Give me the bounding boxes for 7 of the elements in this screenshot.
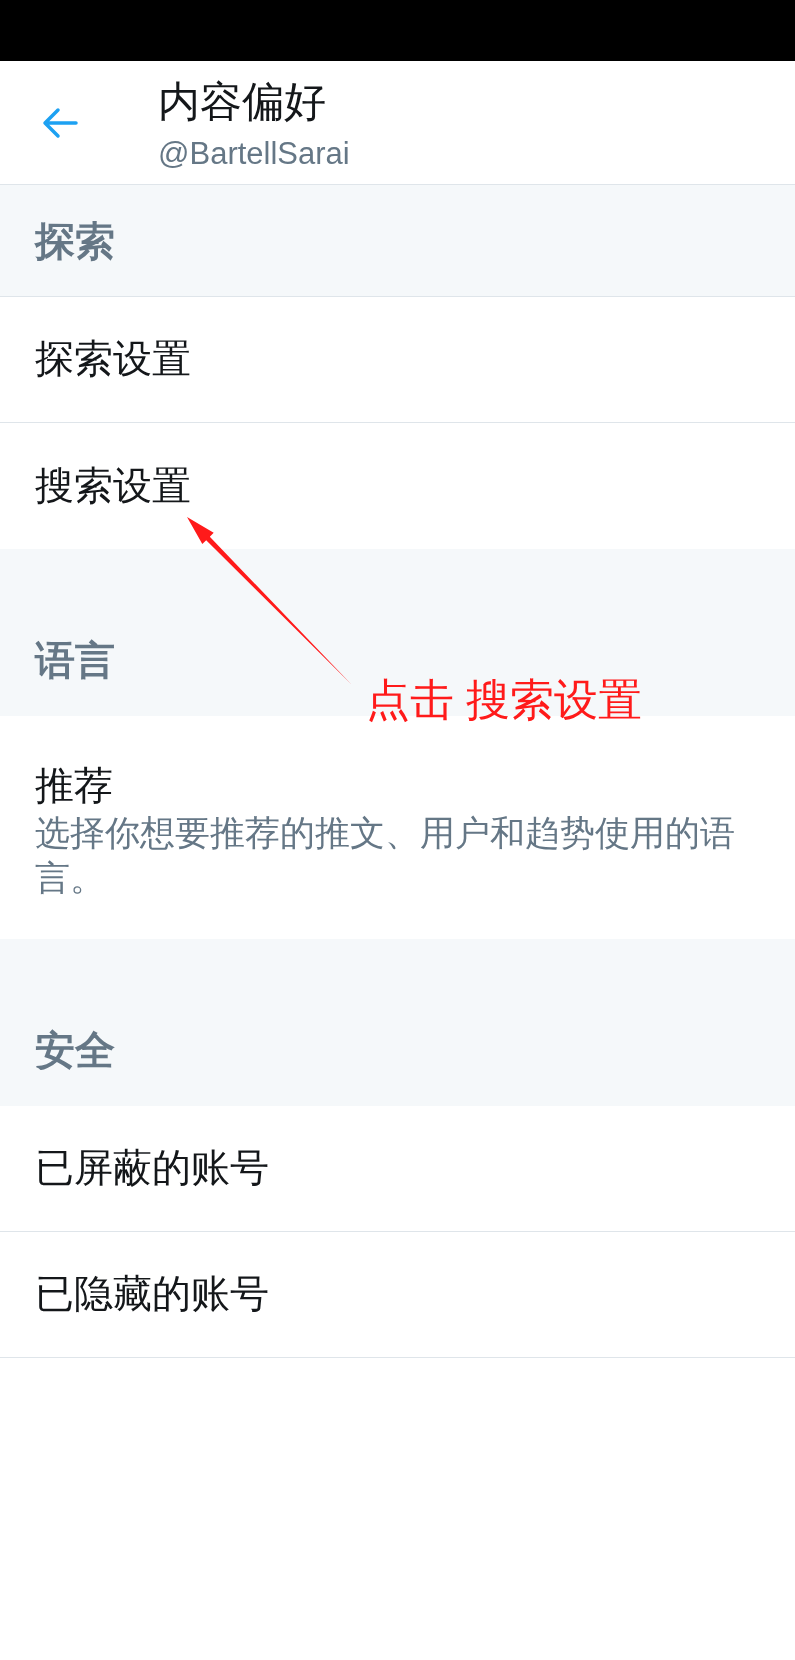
section-header: 探索	[0, 185, 795, 297]
page-title: 内容偏好	[158, 78, 327, 126]
section-header: 安全	[0, 939, 795, 1106]
back-arrow-icon[interactable]	[42, 106, 78, 139]
item-title: 推荐	[35, 763, 114, 809]
account-handle: @BartellSarai	[158, 136, 350, 172]
item-description: 选择你想要推荐的推文、用户和趋势使用的语言。	[35, 812, 736, 899]
